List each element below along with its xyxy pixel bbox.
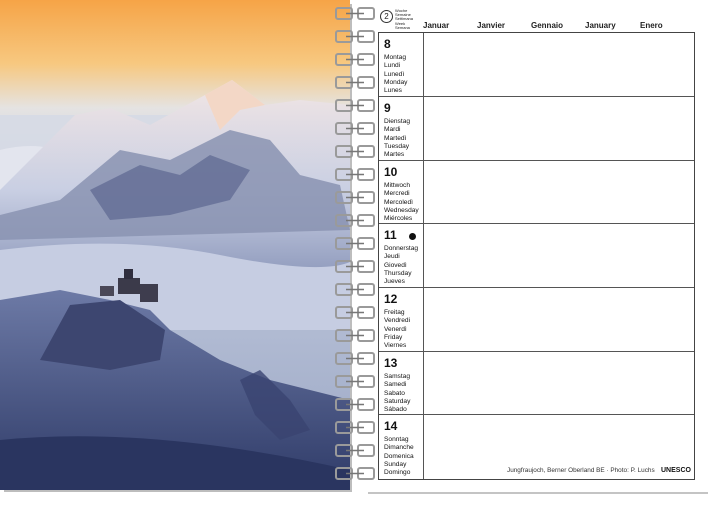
day-name: Mercoledì [384,198,413,206]
day-number: 11 [384,228,397,242]
day-names: Samstag Samedi Sabato Saturday Sábado [384,373,410,414]
day-number: 10 [384,165,398,179]
day-names: Montag Lundi Lunedì Monday Lunes [384,54,407,95]
day-row-saturday[interactable]: 13 Samstag Samedi Sabato Saturday Sábado [379,351,694,415]
day-name: Jueves [384,278,405,286]
day-name: Lunedì [384,70,405,78]
day-row-friday[interactable]: 12 Freitag Vendredi Venerdì Friday Viern… [379,287,694,351]
day-name: Domenica [384,452,414,460]
day-name: Vendredi [384,317,411,325]
photo-credit: Jungfraujoch, Berner Oberland BE · Photo… [507,467,655,474]
week-grid: 8 Montag Lundi Lunedì Monday Lunes 9 Die… [378,32,695,480]
full-moon-icon [409,233,416,240]
day-name: Monday [384,78,408,86]
spiral-binding [335,7,375,480]
week-label: Semana [395,24,410,30]
month-label-es: Enero [640,21,663,30]
day-name: Jeudi [384,253,400,261]
day-name: Martes [384,151,405,159]
day-name: Mercredi [384,190,410,198]
day-label-column: 10 Mittwoch Mercredi Mercoledì Wednesday… [379,161,424,224]
week-label-stack: Woche Semaine Settimana Week Semana [395,8,413,30]
day-row-monday[interactable]: 8 Montag Lundi Lunedì Monday Lunes [379,33,694,96]
week-number-badge: 2 [380,10,393,23]
day-number: 14 [384,419,398,433]
month-label-it: Gennaio [531,21,564,30]
day-name: Dimanche [384,444,414,452]
day-label-column: 12 Freitag Vendredi Venerdì Friday Viern… [379,288,424,351]
day-name: Viernes [384,342,407,350]
day-label-column: 9 Dienstag Mardi Martedì Tuesday Martes [379,97,424,160]
day-name: Montag [384,54,406,61]
day-name: Sonntag [384,436,409,443]
day-row-thursday[interactable]: 11 Donnerstag Jeudi Giovedì Thursday Jue… [379,223,694,287]
month-label-de: Januar [423,21,450,30]
day-names: Sonntag Dimanche Domenica Sunday Domingo [384,436,414,477]
day-label-column: 8 Montag Lundi Lunedì Monday Lunes [379,33,424,96]
day-number: 9 [384,101,391,115]
day-names: Freitag Vendredi Venerdì Friday Viernes [384,309,410,350]
day-number: 12 [384,292,398,306]
day-label-column: 11 Donnerstag Jeudi Giovedì Thursday Jue… [379,224,424,287]
day-name: Saturday [384,397,411,405]
day-names: Donnerstag Jeudi Giovedì Thursday Jueves [384,245,418,286]
day-name: Sabato [384,389,405,397]
day-name: Venerdì [384,325,407,333]
month-label-fr: Janvier [477,21,506,30]
day-name: Domingo [384,469,411,477]
day-number: 8 [384,37,391,51]
day-label-column: 13 Samstag Samedi Sabato Saturday Sábado [379,352,424,415]
mountain-landscape-illustration [0,0,350,490]
day-name: Wednesday [384,206,419,214]
day-name: Sunday [384,460,407,468]
day-row-wednesday[interactable]: 10 Mittwoch Mercredi Mercoledì Wednesday… [379,160,694,224]
day-name: Donnerstag [384,245,419,252]
day-name: Tuesday [384,142,410,150]
day-name: Lunes [384,87,402,95]
day-number: 13 [384,356,398,370]
day-name: Mardi [384,126,401,134]
day-name: Samedi [384,381,407,389]
mountain-photo [0,0,350,490]
day-names: Mittwoch Mercredi Mercoledì Wednesday Mi… [384,182,419,223]
day-name: Freitag [384,309,405,316]
day-name: Thursday [384,269,412,277]
day-name: Martedì [384,134,407,142]
unesco-badge: UNESCO [661,467,691,474]
day-name: Friday [384,333,403,341]
day-label-column: 14 Sonntag Dimanche Domenica Sunday Domi… [379,415,424,479]
day-name: Lundi [384,62,401,70]
month-label-en: January [585,21,616,30]
day-name: Giovedì [384,261,407,269]
day-name: Samstag [384,373,411,380]
day-name: Dienstag [384,118,411,125]
day-row-tuesday[interactable]: 9 Dienstag Mardi Martedì Tuesday Martes [379,96,694,160]
day-names: Dienstag Mardi Martedì Tuesday Martes [384,118,410,159]
day-name: Mittwoch [384,182,411,189]
